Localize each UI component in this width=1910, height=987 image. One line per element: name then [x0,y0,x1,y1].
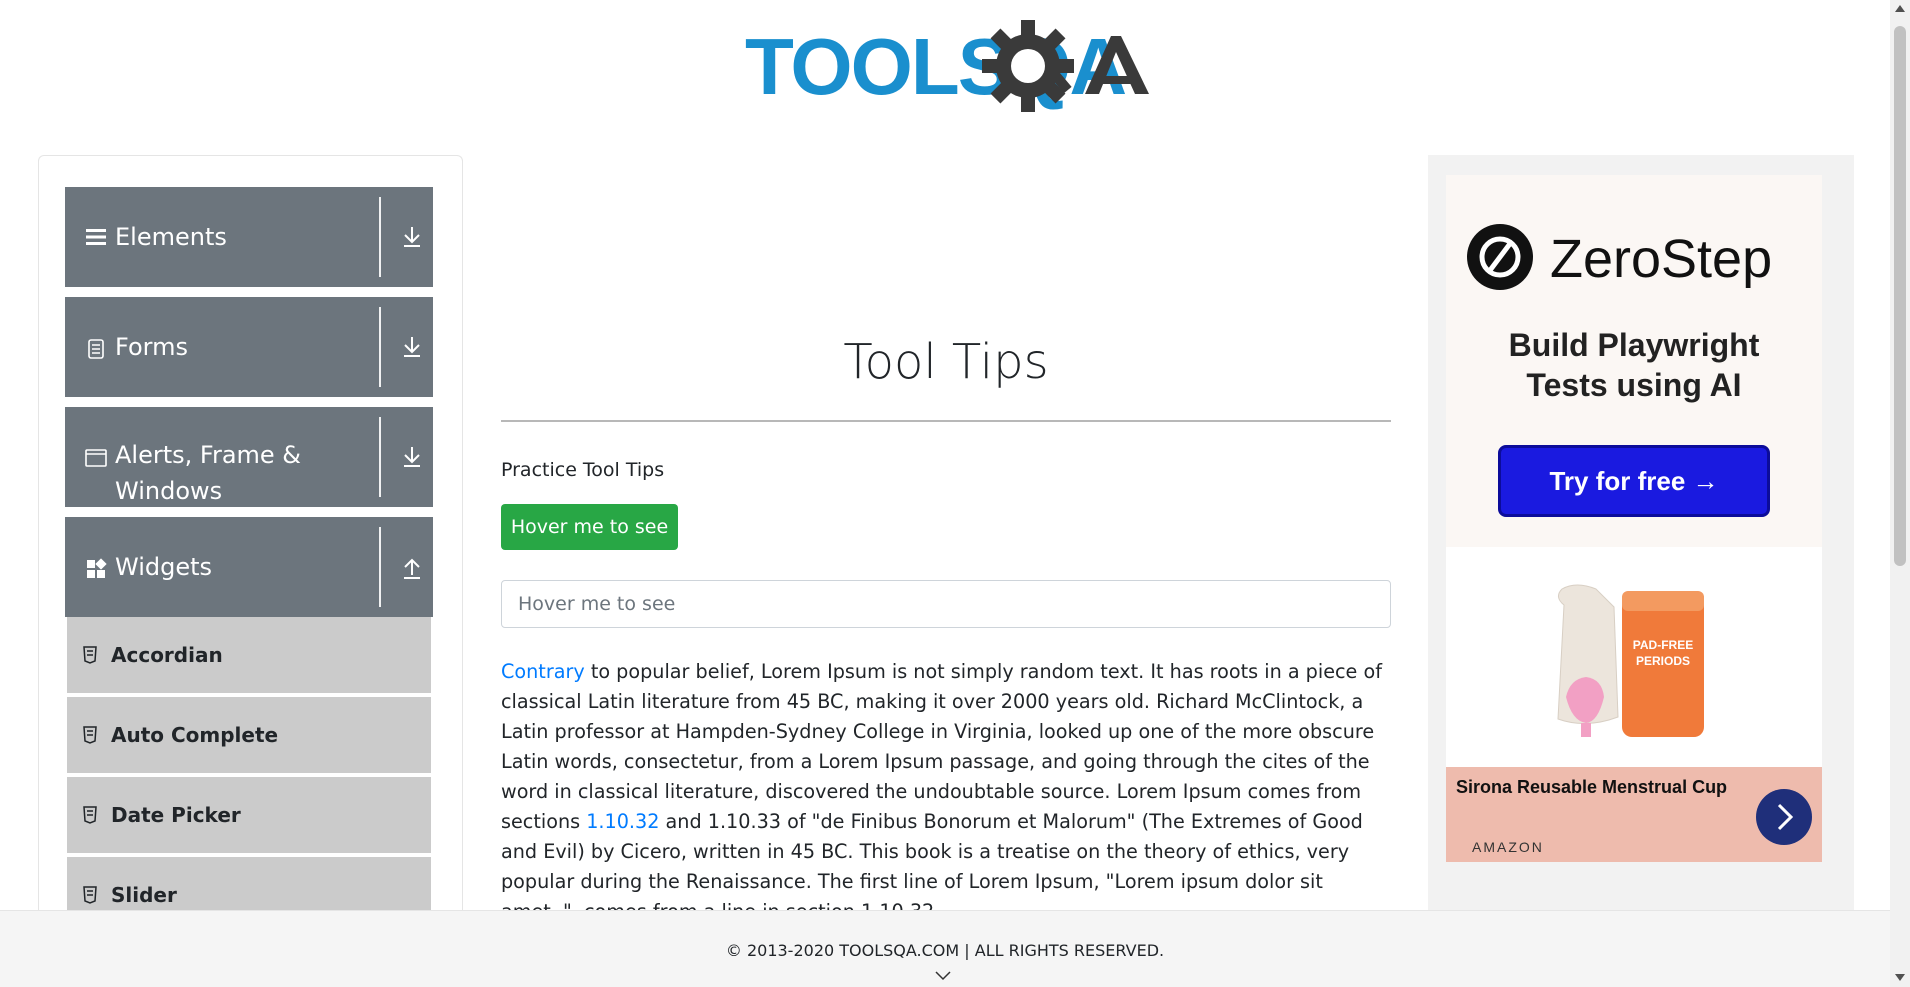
sidebar-item-auto-complete[interactable]: Auto Complete [67,697,431,775]
scroll-down-arrow-icon[interactable] [1895,974,1905,982]
zerostep-tagline: Build Playwright Tests using AI [1508,327,1760,403]
page-header: TOOLSQA [0,0,1890,130]
html5-icon [83,806,97,824]
download-arrow-icon[interactable] [401,334,423,360]
menstrual-cup-product-icon: PAD-FREE PERIODS [1557,584,1704,737]
product-go-button[interactable] [1756,789,1812,845]
product-source: AMAZON [1472,839,1544,855]
zerostep-brand: ZeroStep [1550,229,1773,289]
sidebar-group-forms[interactable]: Forms [65,297,433,397]
divider [379,527,381,607]
gear-icon [982,20,1074,112]
sidebar-group-label: Elements [115,223,227,251]
product-image[interactable]: PAD-FREE PERIODS [1446,547,1822,767]
title-divider [501,420,1391,422]
zerostep-ad[interactable]: ZeroStep Build Playwright Tests using AI… [1446,175,1822,547]
sidebar-item-label: Auto Complete [111,723,279,747]
page-title: Tool Tips [843,334,1049,390]
toolsqa-logo[interactable]: TOOLSQA [745,18,1155,114]
copyright-text: © 2013-2020 TOOLSQA.COM | ALL RIGHTS RES… [725,941,1165,960]
section-link[interactable]: 1.10.32 [586,810,659,833]
html5-icon [83,886,97,904]
widgets-icon [87,558,107,578]
product-label-text: PAD-FREE [1633,638,1693,652]
chevron-right-icon [1777,803,1794,831]
download-arrow-icon[interactable] [401,444,423,470]
sidebar-item-label: Accordian [111,643,223,667]
divider [379,197,381,277]
document-icon [88,339,104,359]
divider [379,307,381,387]
sidebar-group-label: Alerts, Frame & Windows [115,441,302,505]
vertical-scrollbar[interactable] [1890,0,1910,987]
try-for-free-button[interactable]: Try for free → [1498,445,1770,517]
sidebar-item-slider[interactable]: Slider [67,857,431,915]
product-info-bar[interactable]: Sirona Reusable Menstrual Cup AMAZON [1446,767,1822,862]
chevron-down-icon[interactable] [935,971,951,981]
svg-text:PERIODS: PERIODS [1636,654,1690,668]
sidebar-group-label: Widgets [115,553,213,581]
download-arrow-icon[interactable] [401,224,423,250]
divider [379,417,381,497]
collapse-arrow-icon[interactable] [401,554,423,580]
zerostep-logo-icon [1467,224,1533,290]
sidebar-item-label: Slider [111,883,177,907]
contrary-link[interactable]: Contrary [501,660,585,683]
scrollbar-thumb[interactable] [1894,26,1906,566]
html5-icon [83,646,97,664]
sidebar-item-date-picker[interactable]: Date Picker [67,777,431,855]
hover-me-button[interactable]: Hover me to see [501,504,678,550]
lorem-paragraph: Contrary to popular belief, Lorem Ipsum … [501,657,1391,927]
html5-icon [83,726,97,744]
hamburger-icon [86,229,106,245]
window-icon [85,449,107,467]
sidebar-group-widgets[interactable]: Widgets [65,517,433,617]
sidebar-item-label: Date Picker [111,803,241,827]
hover-me-input[interactable] [501,580,1391,628]
advertisement-panel: ZeroStep Build Playwright Tests using AI… [1428,155,1854,915]
paragraph-text-1: to popular belief, Lorem Ipsum is not si… [501,660,1382,833]
left-panel: Elements Forms Alerts, Frame & Windows W… [38,155,463,915]
product-title: Sirona Reusable Menstrual Cup [1456,777,1728,797]
sidebar-group-elements[interactable]: Elements [65,187,433,287]
sidebar-group-label: Forms [115,333,188,361]
scroll-up-arrow-icon[interactable] [1895,4,1905,12]
sidebar-item-accordian[interactable]: Accordian [67,617,431,695]
sidebar-group-alerts-frame-windows[interactable]: Alerts, Frame & Windows [65,407,433,507]
practice-label: Practice Tool Tips [501,459,665,481]
page-footer: © 2013-2020 TOOLSQA.COM | ALL RIGHTS RES… [0,910,1890,987]
